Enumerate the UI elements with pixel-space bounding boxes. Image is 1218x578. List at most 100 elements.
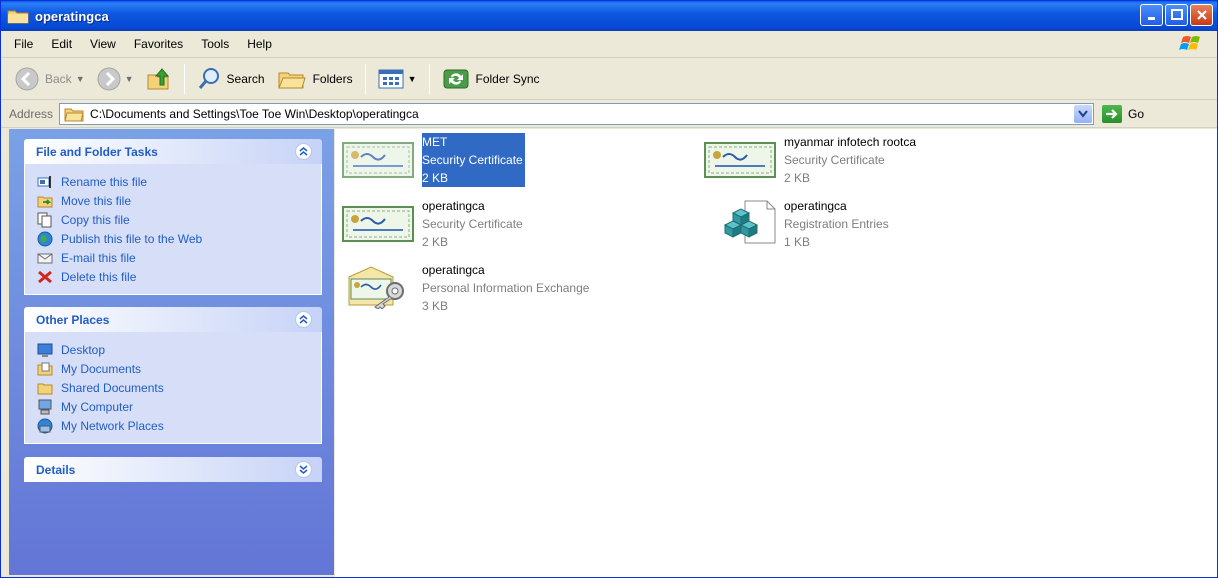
toolbar-separator xyxy=(428,63,430,94)
views-dropdown-icon[interactable]: ▼ xyxy=(408,74,417,84)
address-bar: Address C:\Documents and Settings\Toe To… xyxy=(1,100,1217,128)
back-dropdown-icon[interactable]: ▼ xyxy=(76,74,85,84)
task-label: E-mail this file xyxy=(61,250,136,265)
file-label: operatingca Security Certificate 2 KB xyxy=(422,197,523,251)
toolbar: Back ▼ ▼ Search Folders ▼ Folder Sync xyxy=(1,58,1217,100)
file-tile[interactable]: myanmar infotech rootca Security Certifi… xyxy=(697,129,1017,185)
place-my-documents[interactable]: My Documents xyxy=(37,359,311,378)
menu-file[interactable]: File xyxy=(5,35,42,53)
network-places-icon xyxy=(37,418,53,433)
place-my-computer[interactable]: My Computer xyxy=(37,397,311,416)
address-path: C:\Documents and Settings\Toe Toe Win\De… xyxy=(90,106,419,121)
file-name: myanmar infotech rootca xyxy=(784,135,917,149)
toolbar-separator xyxy=(183,63,185,94)
place-desktop[interactable]: Desktop xyxy=(37,340,311,359)
file-tile[interactable]: operatingca Registration Entries 1 KB xyxy=(697,193,1017,249)
file-size: 2 KB xyxy=(422,235,449,249)
back-arrow-icon xyxy=(15,67,39,90)
folder-sync-icon xyxy=(443,69,468,88)
close-icon xyxy=(1196,10,1207,20)
up-folder-button[interactable] xyxy=(140,62,178,96)
views-button[interactable]: ▼ xyxy=(372,62,423,96)
expand-button[interactable] xyxy=(295,461,312,478)
task-delete[interactable]: Delete this file xyxy=(37,267,311,286)
maximize-icon xyxy=(1170,9,1183,20)
folder-icon xyxy=(7,10,29,24)
search-label: Search xyxy=(226,71,265,86)
move-icon xyxy=(37,196,53,207)
chevron-up-icon xyxy=(299,147,308,156)
address-dropdown-button[interactable] xyxy=(1074,104,1093,123)
pfx-key-icon xyxy=(348,266,404,309)
desktop-icon xyxy=(37,343,53,357)
task-publish-web[interactable]: Publish this file to the Web xyxy=(37,229,311,248)
menu-view[interactable]: View xyxy=(81,35,125,53)
file-type: Security Certificate xyxy=(422,217,523,231)
menu-bar: File Edit View Favorites Tools Help xyxy=(1,31,1217,58)
place-shared-documents[interactable]: Shared Documents xyxy=(37,378,311,397)
file-folder-tasks-header[interactable]: File and Folder Tasks xyxy=(24,139,322,164)
folders-button[interactable]: Folders xyxy=(271,62,359,96)
my-computer-icon xyxy=(38,399,52,414)
folder-sync-label: Folder Sync xyxy=(475,71,540,86)
title-bar[interactable]: operatingca xyxy=(1,1,1217,31)
task-rename[interactable]: Rename this file xyxy=(37,172,311,191)
go-arrow-icon xyxy=(1106,108,1118,119)
file-tile[interactable]: operatingca Security Certificate 2 KB xyxy=(335,193,655,249)
place-label: Shared Documents xyxy=(61,380,164,395)
go-button[interactable]: Go xyxy=(1102,104,1145,123)
delete-icon xyxy=(38,270,52,283)
menu-edit[interactable]: Edit xyxy=(42,35,81,53)
task-move[interactable]: Move this file xyxy=(37,191,311,210)
task-copy[interactable]: Copy this file xyxy=(37,210,311,229)
copy-icon xyxy=(37,212,52,227)
panel-title: Other Places xyxy=(36,312,110,327)
registry-icon xyxy=(723,200,776,244)
other-places-panel: Other Places Desktop My Documents Shared… xyxy=(24,307,322,444)
folder-sync-button[interactable]: Folder Sync xyxy=(436,62,546,96)
file-size: 2 KB xyxy=(784,171,811,185)
task-label: Copy this file xyxy=(61,212,130,227)
web-publish-icon xyxy=(37,231,53,246)
explorer-window: operatingca File Edit View Favorites Too… xyxy=(0,0,1218,578)
windows-logo-icon xyxy=(1179,36,1200,50)
details-header[interactable]: Details xyxy=(24,457,322,482)
place-network[interactable]: My Network Places xyxy=(37,416,311,435)
close-button[interactable] xyxy=(1190,4,1213,26)
task-pane: File and Folder Tasks Rename this file M… xyxy=(9,129,334,575)
file-tile[interactable]: operatingca Personal Information Exchang… xyxy=(335,257,655,313)
file-folder-tasks-body: Rename this file Move this file Copy thi… xyxy=(24,164,322,295)
file-label: myanmar infotech rootca Security Certifi… xyxy=(784,133,916,187)
file-label: operatingca Registration Entries 1 KB xyxy=(784,197,889,251)
my-documents-icon xyxy=(37,362,53,375)
window-title: operatingca xyxy=(35,8,109,24)
chevron-down-icon xyxy=(299,465,308,474)
certificate-icon xyxy=(704,142,776,178)
menu-help[interactable]: Help xyxy=(238,35,281,53)
collapse-button[interactable] xyxy=(295,143,312,160)
task-label: Rename this file xyxy=(61,174,148,189)
back-button[interactable]: Back ▼ xyxy=(9,62,91,96)
minimize-button[interactable] xyxy=(1140,4,1163,26)
search-button[interactable]: Search xyxy=(191,62,271,96)
collapse-button[interactable] xyxy=(295,311,312,328)
maximize-button[interactable] xyxy=(1165,4,1188,26)
file-label: MET Security Certificate 2 KB xyxy=(422,133,525,187)
file-tile[interactable]: MET Security Certificate 2 KB xyxy=(335,129,655,187)
views-icon xyxy=(378,69,404,88)
address-input[interactable]: C:\Documents and Settings\Toe Toe Win\De… xyxy=(59,102,1095,125)
forward-dropdown-icon[interactable]: ▼ xyxy=(125,74,134,84)
menu-favorites[interactable]: Favorites xyxy=(125,35,192,53)
file-size: 1 KB xyxy=(784,235,811,249)
menu-tools[interactable]: Tools xyxy=(192,35,238,53)
task-label: Move this file xyxy=(61,193,132,208)
folders-label: Folders xyxy=(312,71,353,86)
go-label: Go xyxy=(1128,106,1145,121)
task-label: Publish this file to the Web xyxy=(61,231,203,246)
forward-button[interactable]: ▼ xyxy=(91,62,140,96)
file-size: 2 KB xyxy=(422,171,449,185)
file-type: Security Certificate xyxy=(784,153,885,167)
certificate-icon xyxy=(342,142,414,178)
task-email[interactable]: E-mail this file xyxy=(37,248,311,267)
other-places-header[interactable]: Other Places xyxy=(24,307,322,332)
